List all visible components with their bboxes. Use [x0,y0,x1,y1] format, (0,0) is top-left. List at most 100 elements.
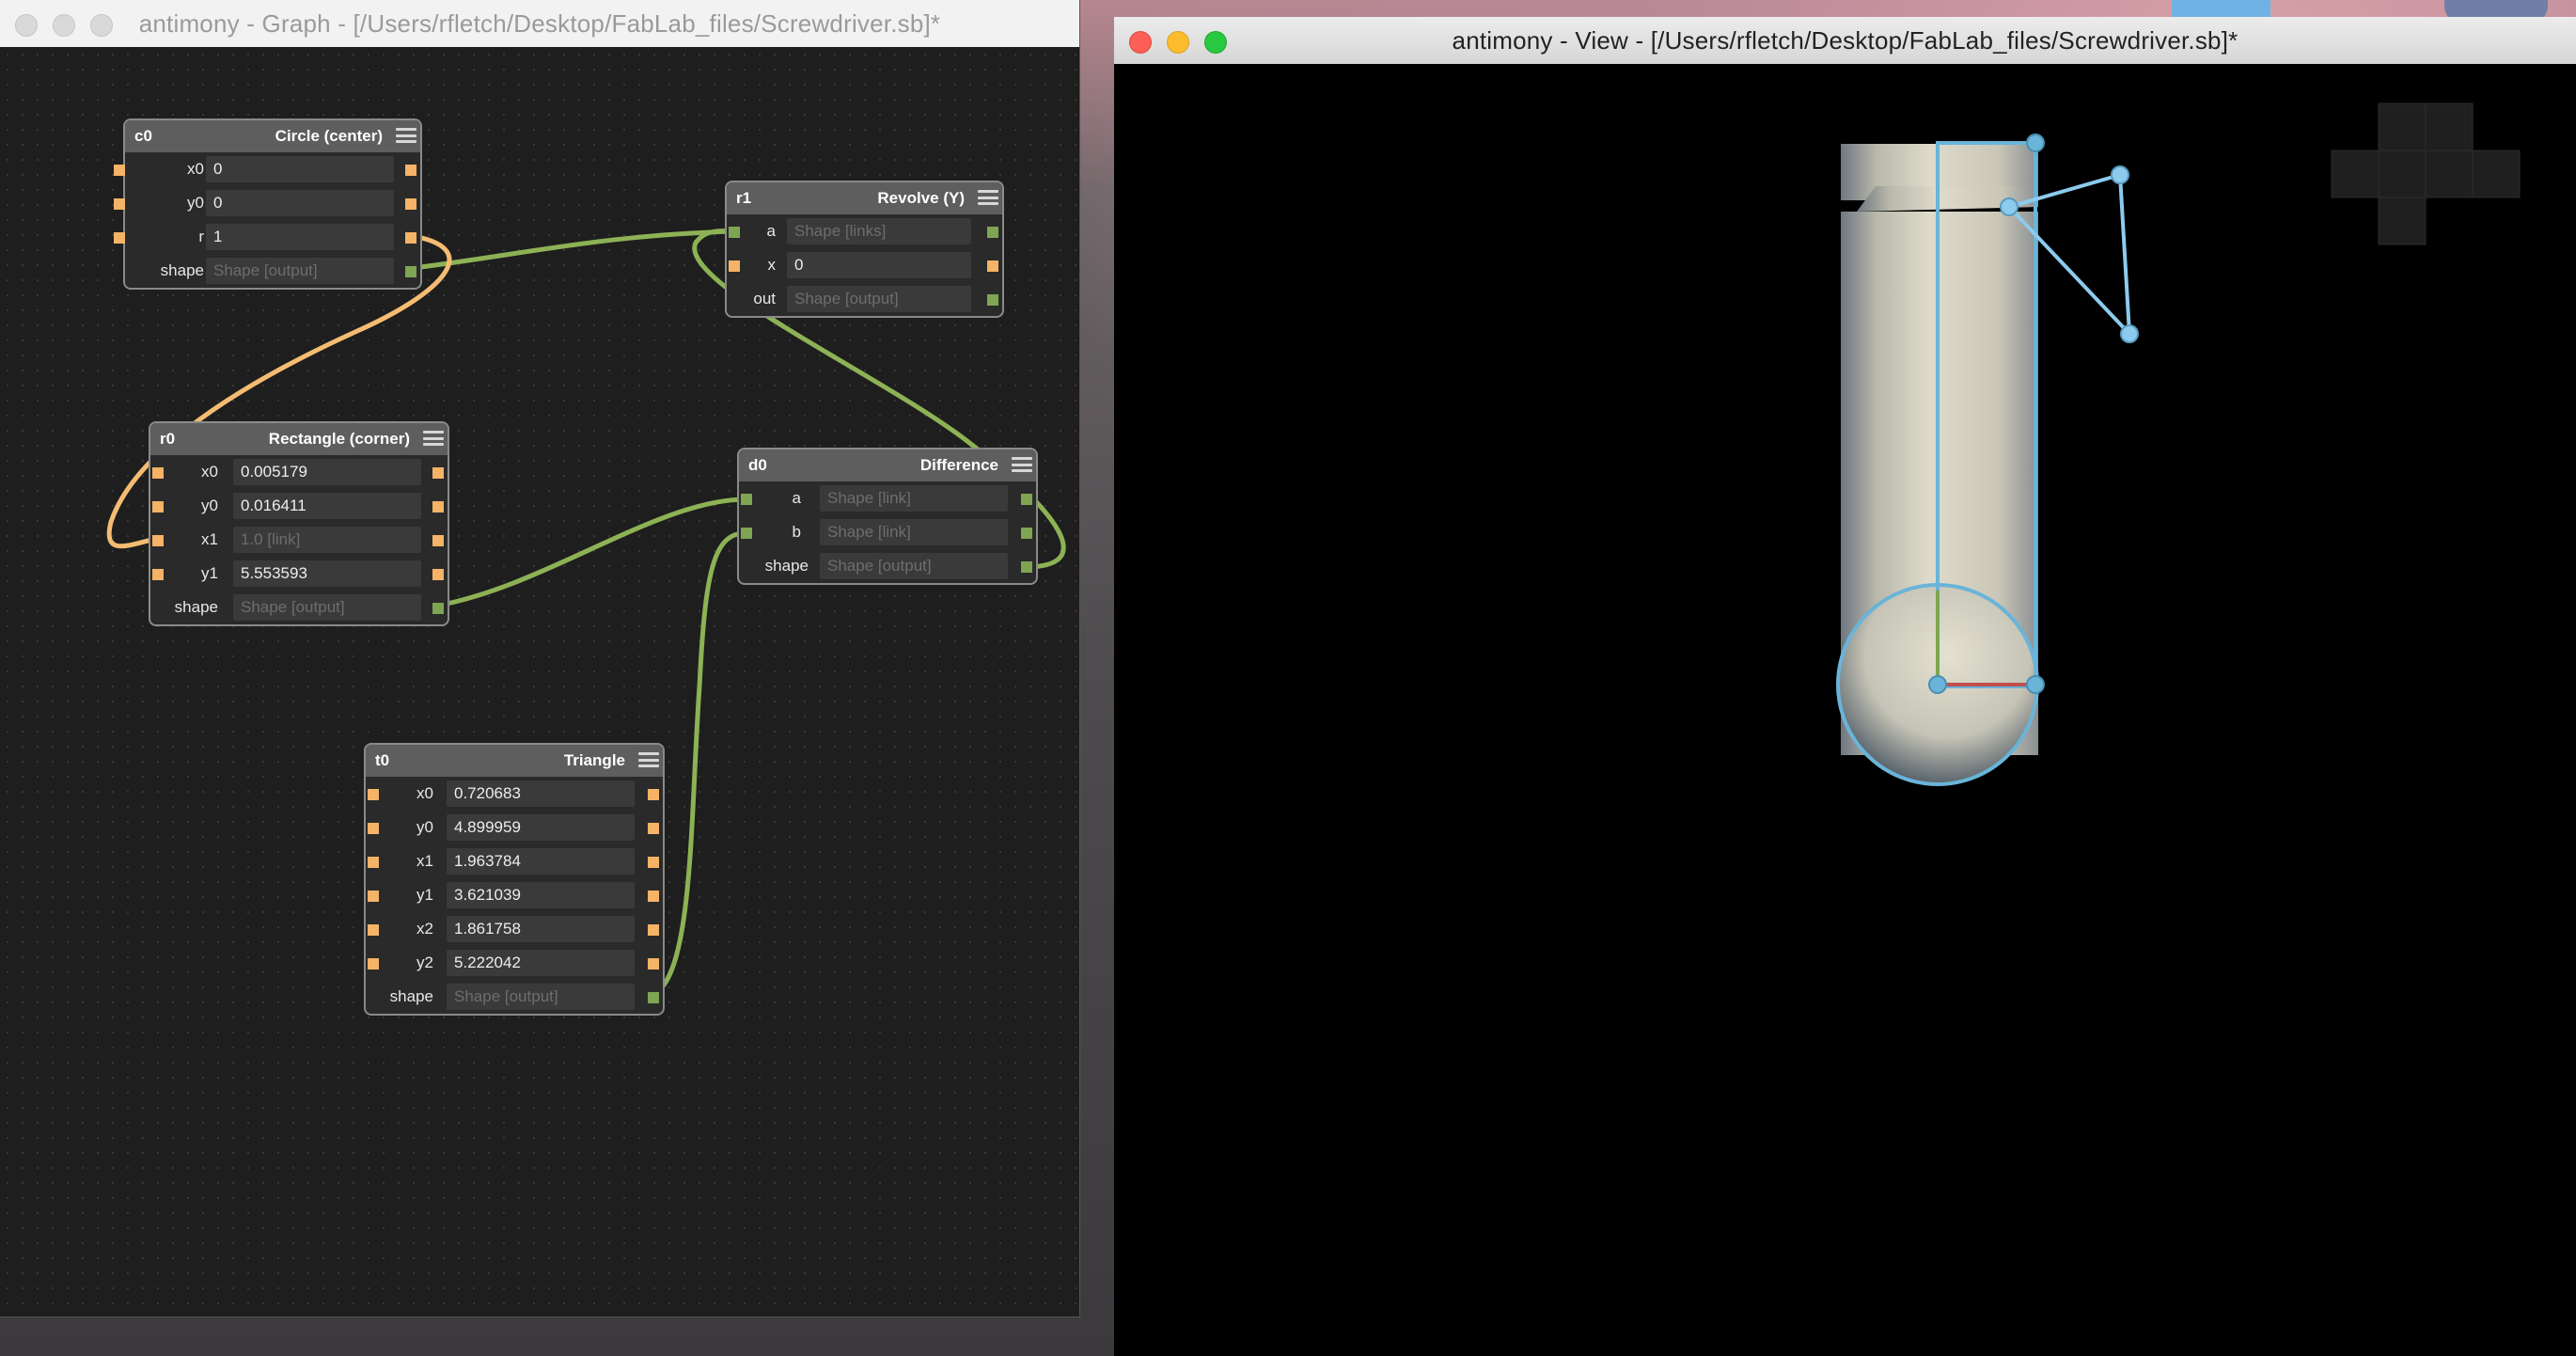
handle-point[interactable] [2000,197,2018,216]
node-header[interactable]: c0 Circle (center) [125,120,420,152]
value-field: Shape [output] [787,286,971,312]
output-port[interactable] [1021,494,1032,505]
output-port[interactable] [987,227,998,238]
minimize-dot[interactable] [1167,31,1189,54]
input-port[interactable] [368,789,379,800]
maximize-dot[interactable] [1204,31,1227,54]
handle-point[interactable] [2111,166,2129,184]
output-port[interactable] [405,232,416,244]
minimize-dot[interactable] [53,14,75,37]
output-port[interactable] [648,857,659,868]
node-row-y0: y0 0 [114,186,420,220]
input-port[interactable] [152,501,164,512]
node-d0[interactable]: d0 Difference a Shape [link] b Shape [li… [737,448,1038,585]
input-port[interactable] [741,528,752,539]
node-header[interactable]: t0 Triangle [366,745,663,777]
output-port[interactable] [987,294,998,306]
input-port[interactable] [152,569,164,580]
output-port[interactable] [405,266,416,277]
input-port[interactable] [368,924,379,936]
output-port[interactable] [987,260,998,272]
handle-point[interactable] [2026,675,2045,694]
handle-point[interactable] [2026,134,2045,152]
input-port[interactable] [152,535,164,546]
input-port[interactable] [152,467,164,479]
menu-icon[interactable] [1012,455,1032,474]
node-type: Difference [919,456,998,474]
menu-icon[interactable] [396,126,416,145]
row-label: x0 [416,784,433,802]
row-label: a [792,489,801,507]
node-id: r0 [160,430,176,448]
output-port[interactable] [432,467,444,479]
output-port[interactable] [405,198,416,210]
value-field[interactable]: 1 [206,224,394,250]
row-label: y0 [416,818,433,836]
output-port[interactable] [648,958,659,970]
value-field[interactable]: 0 [206,190,394,216]
value-field[interactable]: 3.621039 [447,882,635,908]
row-label: y0 [187,194,204,212]
value-field[interactable]: 0.016411 [233,493,421,519]
input-port[interactable] [368,857,379,868]
graph-titlebar[interactable]: antimony - Graph - [/Users/rfletch/Deskt… [0,0,1079,48]
node-row-x: x 0 [727,248,1002,282]
output-port[interactable] [648,823,659,834]
menu-icon[interactable] [423,429,444,448]
view-axis-cross-icon[interactable] [2331,102,2521,245]
view-titlebar[interactable]: antimony - View - [/Users/rfletch/Deskto… [1114,17,2576,65]
handle-point[interactable] [2120,324,2139,343]
output-port[interactable] [1021,561,1032,573]
row-label: y2 [416,954,433,971]
node-header[interactable]: r0 Rectangle (corner) [150,423,448,455]
output-port[interactable] [648,891,659,902]
node-r0[interactable]: r0 Rectangle (corner) x0 0.005179 y0 0.0… [149,421,449,626]
value-field[interactable]: 5.222042 [447,950,635,976]
output-port[interactable] [648,924,659,936]
node-row-a: a Shape [link] [739,481,1036,515]
output-port[interactable] [432,535,444,546]
value-field[interactable]: 0.005179 [233,459,421,485]
node-id: d0 [748,456,767,474]
value-field[interactable]: 1.861758 [447,916,635,942]
value-field[interactable]: 1.963784 [447,848,635,875]
value-field[interactable]: 4.899959 [447,814,635,841]
menu-icon[interactable] [978,188,998,207]
input-port[interactable] [729,227,740,238]
maximize-dot[interactable] [90,14,113,37]
handle-point[interactable] [1928,675,1947,694]
value-field[interactable]: 0.720683 [447,780,635,807]
view-window-title: antimony - View - [/Users/rfletch/Deskto… [1452,25,2238,55]
node-r1[interactable]: r1 Revolve (Y) a Shape [links] x 0 out S… [725,181,1004,318]
output-port[interactable] [432,501,444,512]
output-port[interactable] [648,992,659,1003]
input-port[interactable] [114,232,125,244]
value-field[interactable]: 0 [206,156,394,182]
close-dot[interactable] [15,14,38,37]
3d-viewport[interactable] [1114,64,2576,1356]
input-port[interactable] [368,823,379,834]
node-header[interactable]: r1 Revolve (Y) [727,182,1002,214]
menu-icon[interactable] [638,750,659,769]
node-header[interactable]: d0 Difference [739,449,1036,481]
output-port[interactable] [405,165,416,176]
row-label: out [753,290,776,307]
node-c0[interactable]: c0 Circle (center) x0 0 y0 0 r 1 shape S… [114,118,422,290]
node-t0[interactable]: t0 Triangle x0 0.720683 y0 4.899959 x1 1… [364,743,665,1016]
value-field[interactable]: 5.553593 [233,560,421,587]
input-port[interactable] [368,958,379,970]
row-label: y1 [201,564,218,582]
node-row-y1: y1 3.621039 [366,878,663,912]
value-field[interactable]: 0 [787,252,971,278]
input-port[interactable] [114,165,125,176]
input-port[interactable] [729,260,740,272]
output-port[interactable] [432,603,444,614]
graph-canvas[interactable]: c0 Circle (center) x0 0 y0 0 r 1 shape S… [0,47,1079,1317]
output-port[interactable] [1021,528,1032,539]
output-port[interactable] [648,789,659,800]
input-port[interactable] [741,494,752,505]
output-port[interactable] [432,569,444,580]
close-dot[interactable] [1129,31,1152,54]
input-port[interactable] [368,891,379,902]
input-port[interactable] [114,198,125,210]
